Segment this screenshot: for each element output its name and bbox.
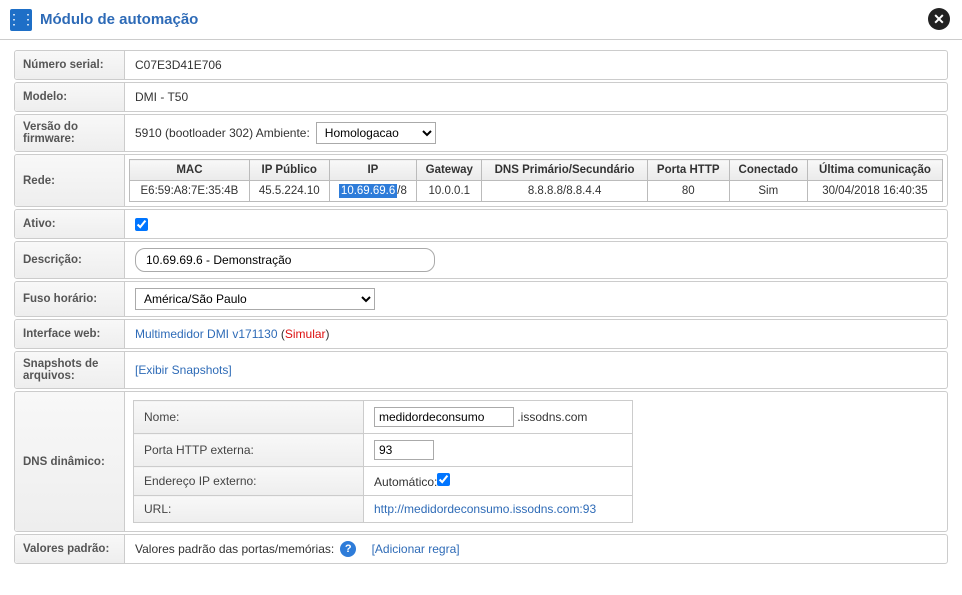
dns-nome-label: Nome: <box>134 401 364 434</box>
row-dns-dinamico: DNS dinâmico: Nome: .issodns.com Porta H… <box>14 391 948 532</box>
td-porta-http: 80 <box>647 181 729 202</box>
row-interface: Interface web: Multimedidor DMI v171130 … <box>14 319 948 349</box>
simular-link[interactable]: Simular <box>285 327 326 341</box>
value-interface: Multimedidor DMI v171130 (Simular) <box>125 320 947 348</box>
label-rede: Rede: <box>15 155 125 206</box>
content-panel: Número serial: C07E3D41E706 Modelo: DMI … <box>0 40 962 595</box>
valores-text: Valores padrão das portas/memórias: <box>135 542 334 556</box>
modal-title: Módulo de automação <box>40 11 198 28</box>
value-fuso: América/São Paulo <box>125 282 947 316</box>
th-porta-http: Porta HTTP <box>647 160 729 181</box>
value-ativo <box>125 210 947 238</box>
label-valores: Valores padrão: <box>15 535 125 563</box>
row-modelo: Modelo: DMI - T50 <box>14 82 948 112</box>
exibir-snapshots-link[interactable]: [Exibir Snapshots] <box>135 363 232 377</box>
row-fuso: Fuso horário: América/São Paulo <box>14 281 948 317</box>
value-modelo: DMI - T50 <box>125 83 947 111</box>
row-snapshots: Snapshots de arquivos: [Exibir Snapshots… <box>14 351 948 389</box>
th-dns: DNS Primário/Secundário <box>482 160 647 181</box>
td-ultima: 30/04/2018 16:40:35 <box>807 181 942 202</box>
add-rule-link[interactable]: [Adicionar regra] <box>372 542 460 556</box>
label-modelo: Modelo: <box>15 83 125 111</box>
th-ip: IP <box>329 160 417 181</box>
sep-open: ( <box>278 327 285 341</box>
dns-url-cell: http://medidordeconsumo.issodns.com:93 <box>364 496 633 523</box>
ip-highlight: 10.69.69.6 <box>339 184 397 198</box>
dns-nome-suffix: .issodns.com <box>517 410 587 424</box>
td-dns: 8.8.8.8/8.8.4.4 <box>482 181 647 202</box>
dns-porta-label: Porta HTTP externa: <box>134 434 364 467</box>
value-descricao <box>125 242 947 278</box>
dns-nome-input[interactable] <box>374 407 514 427</box>
dns-porta-cell <box>364 434 633 467</box>
td-gateway: 10.0.0.1 <box>417 181 482 202</box>
th-conectado: Conectado <box>729 160 807 181</box>
label-ativo: Ativo: <box>15 210 125 238</box>
th-mac: MAC <box>130 160 250 181</box>
value-firmware: 5910 (bootloader 302) Ambiente: Homologa… <box>125 115 947 151</box>
dns-auto-checkbox[interactable] <box>437 473 450 486</box>
row-firmware: Versão do firmware: 5910 (bootloader 302… <box>14 114 948 152</box>
module-icon: ⋮⋮ <box>10 9 32 31</box>
firmware-text: 5910 (bootloader 302) Ambiente: <box>135 126 310 140</box>
ip-suffix: /8 <box>397 185 407 197</box>
dns-subtable: Nome: .issodns.com Porta HTTP externa: E… <box>133 400 633 523</box>
th-ultima: Última comunicação <box>807 160 942 181</box>
th-ip-publico: IP Público <box>249 160 329 181</box>
label-fuso: Fuso horário: <box>15 282 125 316</box>
firmware-env-select[interactable]: Homologacao <box>316 122 436 144</box>
value-valores: Valores padrão das portas/memórias: ? [A… <box>125 535 947 563</box>
dns-endereco-cell: Automático: <box>364 467 633 496</box>
value-dns-dinamico: Nome: .issodns.com Porta HTTP externa: E… <box>125 392 947 531</box>
interface-link[interactable]: Multimedidor DMI v171130 <box>135 327 278 341</box>
label-snapshots: Snapshots de arquivos: <box>15 352 125 388</box>
row-rede: Rede: MAC IP Público IP Gateway DNS Prim… <box>14 154 948 207</box>
row-descricao: Descrição: <box>14 241 948 279</box>
sep-close: ) <box>326 327 330 341</box>
network-table: MAC IP Público IP Gateway DNS Primário/S… <box>129 159 943 202</box>
row-serial: Número serial: C07E3D41E706 <box>14 50 948 80</box>
help-icon[interactable]: ? <box>340 541 356 557</box>
label-interface: Interface web: <box>15 320 125 348</box>
close-button[interactable]: ✕ <box>928 8 950 30</box>
modal-header: ⋮⋮ Módulo de automação ✕ <box>0 0 962 40</box>
dns-url-link[interactable]: http://medidordeconsumo.issodns.com:93 <box>374 502 596 516</box>
td-ip-publico: 45.5.224.10 <box>249 181 329 202</box>
fuso-select[interactable]: América/São Paulo <box>135 288 375 310</box>
ativo-checkbox[interactable] <box>135 218 148 231</box>
row-valores: Valores padrão: Valores padrão das porta… <box>14 534 948 564</box>
dns-nome-cell: .issodns.com <box>364 401 633 434</box>
th-gateway: Gateway <box>417 160 482 181</box>
descricao-input[interactable] <box>135 248 435 272</box>
dns-auto-label: Automático: <box>374 475 437 489</box>
dns-url-label: URL: <box>134 496 364 523</box>
td-mac: E6:59:A8:7E:35:4B <box>130 181 250 202</box>
td-conectado: Sim <box>729 181 807 202</box>
dns-porta-input[interactable] <box>374 440 434 460</box>
label-dns-dinamico: DNS dinâmico: <box>15 392 125 531</box>
network-row: E6:59:A8:7E:35:4B 45.5.224.10 10.69.69.6… <box>130 181 943 202</box>
value-rede: MAC IP Público IP Gateway DNS Primário/S… <box>125 155 947 206</box>
value-snapshots: [Exibir Snapshots] <box>125 352 947 388</box>
label-descricao: Descrição: <box>15 242 125 278</box>
value-serial: C07E3D41E706 <box>125 51 947 79</box>
row-ativo: Ativo: <box>14 209 948 239</box>
label-serial: Número serial: <box>15 51 125 79</box>
dns-endereco-label: Endereço IP externo: <box>134 467 364 496</box>
label-firmware: Versão do firmware: <box>15 115 125 151</box>
td-ip: 10.69.69.6/8 <box>329 181 417 202</box>
